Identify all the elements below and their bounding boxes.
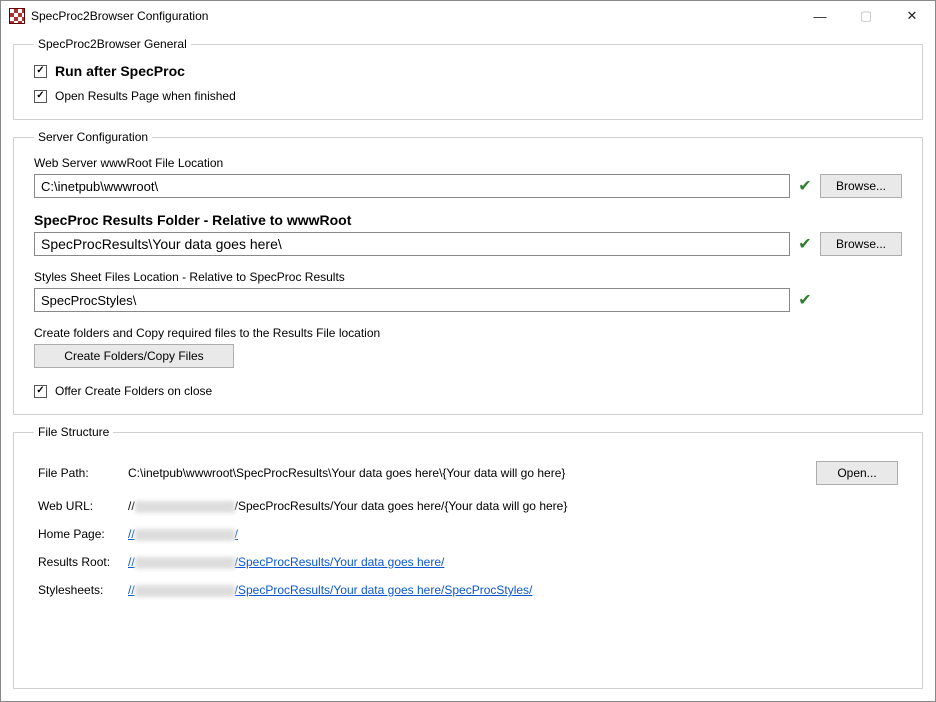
check-icon: ✔: [796, 290, 814, 310]
homepage-link[interactable]: ///: [128, 527, 816, 541]
stylesheets-link[interactable]: ///SpecProcResults/Your data goes here/S…: [128, 583, 816, 597]
weburl-label: Web URL:: [38, 499, 128, 513]
webroot-label: Web Server wwwRoot File Location: [34, 156, 902, 170]
file-structure-legend: File Structure: [34, 425, 113, 439]
close-button[interactable]: ✕: [889, 1, 935, 31]
browse-webroot-button[interactable]: Browse...: [820, 174, 902, 198]
open-button[interactable]: Open...: [816, 461, 898, 485]
weburl-value: ///SpecProcResults/Your data goes here/{…: [128, 499, 816, 513]
styles-input[interactable]: [34, 288, 790, 312]
stylesheets-label: Stylesheets:: [38, 583, 128, 597]
resultsroot-label: Results Root:: [38, 555, 128, 569]
filepath-value: C:\inetpub\wwwroot\SpecProcResults\Your …: [128, 466, 816, 480]
check-icon: ✔: [796, 176, 814, 196]
server-group: Server Configuration Web Server wwwRoot …: [13, 130, 923, 415]
check-icon: ✔: [796, 234, 814, 254]
browse-results-button[interactable]: Browse...: [820, 232, 902, 256]
create-folders-button[interactable]: Create Folders/Copy Files: [34, 344, 234, 368]
titlebar: SpecProc2Browser Configuration — ▢ ✕: [1, 1, 935, 31]
results-folder-input[interactable]: [34, 232, 790, 256]
results-folder-label: SpecProc Results Folder - Relative to ww…: [34, 212, 902, 228]
window-title: SpecProc2Browser Configuration: [31, 9, 797, 23]
run-after-label: Run after SpecProc: [55, 63, 185, 79]
maximize-button[interactable]: ▢: [843, 1, 889, 31]
run-after-checkbox[interactable]: [34, 65, 47, 78]
general-group: SpecProc2Browser General Run after SpecP…: [13, 37, 923, 120]
homepage-label: Home Page:: [38, 527, 128, 541]
app-icon: [9, 8, 25, 24]
open-results-checkbox[interactable]: [34, 90, 47, 103]
styles-label: Styles Sheet Files Location - Relative t…: [34, 270, 902, 284]
offer-create-checkbox[interactable]: [34, 385, 47, 398]
server-legend: Server Configuration: [34, 130, 152, 144]
webroot-input[interactable]: [34, 174, 790, 198]
create-folders-label: Create folders and Copy required files t…: [34, 326, 902, 340]
resultsroot-link[interactable]: ///SpecProcResults/Your data goes here/: [128, 555, 816, 569]
filepath-label: File Path:: [38, 466, 128, 480]
file-structure-group: File Structure File Path: C:\inetpub\www…: [13, 425, 923, 689]
offer-create-label: Offer Create Folders on close: [55, 384, 212, 398]
open-results-label: Open Results Page when finished: [55, 89, 236, 103]
minimize-button[interactable]: —: [797, 1, 843, 31]
general-legend: SpecProc2Browser General: [34, 37, 191, 51]
